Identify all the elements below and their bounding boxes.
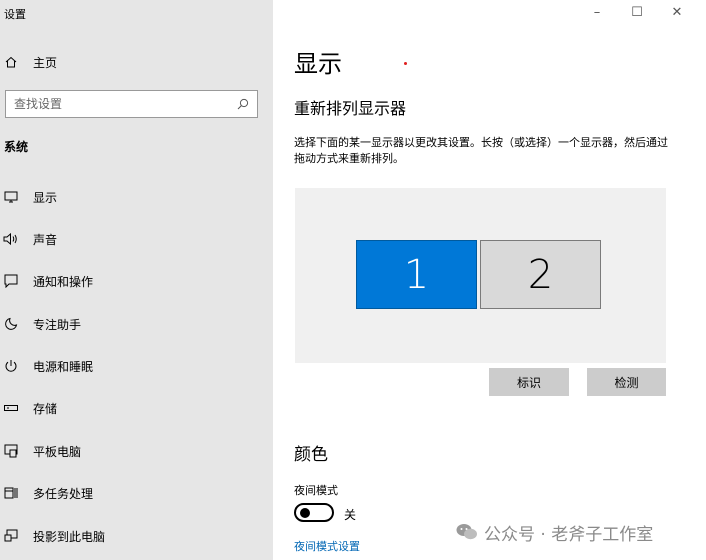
sidebar-item-focus-assist[interactable]: 专注助手 bbox=[0, 309, 273, 339]
notification-icon bbox=[3, 273, 19, 289]
toggle-knob bbox=[300, 508, 310, 518]
sidebar-item-multitasking[interactable]: 多任务处理 bbox=[0, 478, 273, 508]
sidebar-item-projecting[interactable]: 投影到此电脑 bbox=[0, 521, 273, 551]
night-light-toggle[interactable] bbox=[294, 503, 334, 522]
moon-icon bbox=[3, 316, 19, 332]
sidebar-item-label: 多任务处理 bbox=[33, 486, 94, 501]
sidebar-item-label: 专注助手 bbox=[33, 317, 82, 332]
sidebar-item-power[interactable]: 电源和睡眠 bbox=[0, 351, 273, 381]
home-icon bbox=[5, 55, 17, 69]
wechat-icon bbox=[456, 523, 478, 541]
section-label-system: 系统 bbox=[4, 140, 29, 154]
sidebar-item-storage[interactable]: 存储 bbox=[0, 393, 273, 423]
night-light-state: 关 bbox=[344, 508, 357, 522]
sidebar-item-home[interactable]: 主页 bbox=[0, 48, 273, 76]
sidebar-item-sound[interactable]: 声音 bbox=[0, 224, 273, 254]
app-title: 设置 bbox=[4, 8, 26, 21]
sidebar-item-label: 显示 bbox=[33, 190, 58, 205]
sidebar-item-display[interactable]: 显示 bbox=[0, 182, 273, 212]
close-button[interactable]: ✕ bbox=[658, 0, 696, 24]
monitor-icon bbox=[3, 189, 19, 205]
section-title-color: 颜色 bbox=[294, 445, 328, 465]
section-title-rearrange: 重新排列显示器 bbox=[294, 99, 407, 118]
monitor-2[interactable]: 2 bbox=[480, 240, 601, 309]
night-light-settings-link[interactable]: 夜间模式设置 bbox=[294, 538, 360, 554]
search-icon[interactable] bbox=[237, 95, 249, 114]
sidebar-item-label: 电源和睡眠 bbox=[33, 359, 94, 374]
sidebar-item-tablet[interactable]: 平板电脑 bbox=[0, 436, 273, 466]
watermark: 公众号 · 老斧子工作室 bbox=[456, 520, 654, 545]
night-light-label: 夜间模式 bbox=[294, 484, 338, 497]
home-label: 主页 bbox=[33, 55, 58, 70]
sidebar-item-notifications[interactable]: 通知和操作 bbox=[0, 266, 273, 296]
tablet-icon bbox=[3, 443, 19, 459]
monitor-1[interactable]: 1 bbox=[356, 240, 477, 309]
search-input[interactable] bbox=[14, 97, 214, 111]
rearrange-description: 选择下面的某一显示器以更改其设置。长按（或选择）一个显示器，然后通过拖动方式来重… bbox=[294, 136, 668, 165]
power-icon bbox=[3, 358, 19, 374]
project-icon bbox=[3, 528, 19, 544]
speaker-icon bbox=[3, 231, 19, 247]
sidebar-item-label: 存储 bbox=[33, 401, 58, 416]
sidebar-item-label: 通知和操作 bbox=[33, 274, 94, 289]
sidebar: 设置 主页 系统 显示 声音 通知和操作 专注助手 bbox=[0, 0, 273, 560]
watermark-text: 公众号 · 老斧子工作室 bbox=[484, 524, 654, 545]
multitask-icon bbox=[3, 485, 19, 501]
maximize-button[interactable]: ☐ bbox=[618, 0, 656, 24]
identify-button[interactable]: 标识 bbox=[489, 368, 569, 396]
sidebar-item-label: 投影到此电脑 bbox=[33, 529, 106, 544]
cursor-dot bbox=[404, 62, 407, 65]
display-arrangement-area[interactable]: 1 2 bbox=[295, 188, 666, 363]
page-title: 显示 bbox=[294, 50, 342, 78]
minimize-button[interactable]: – bbox=[578, 0, 616, 24]
sidebar-item-label: 平板电脑 bbox=[33, 444, 82, 459]
sidebar-item-label: 声音 bbox=[33, 232, 58, 247]
storage-icon bbox=[3, 400, 19, 416]
search-box[interactable] bbox=[5, 90, 258, 118]
detect-button[interactable]: 检测 bbox=[587, 368, 666, 396]
